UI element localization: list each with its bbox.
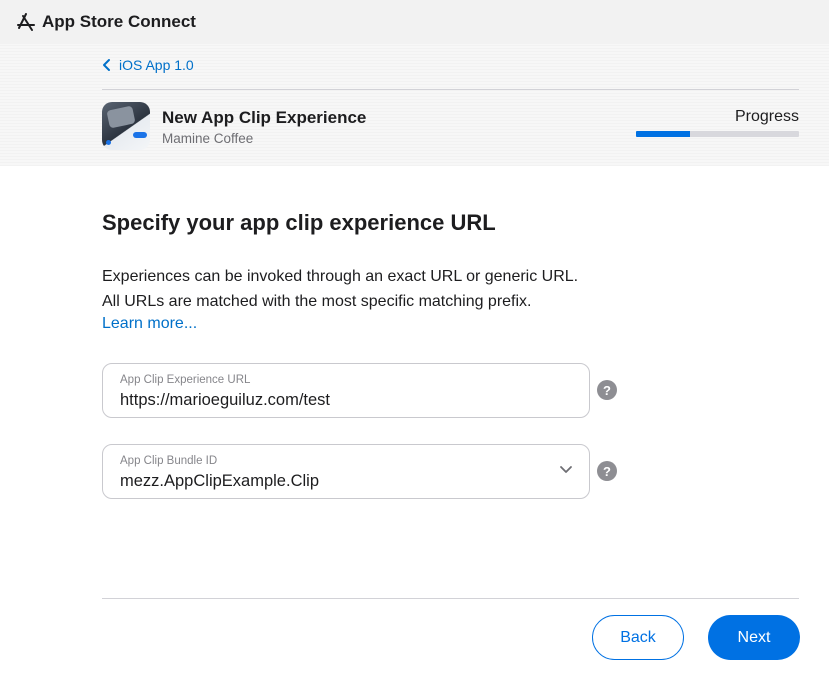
footer-divider bbox=[102, 598, 799, 599]
experience-subtitle: Mamine Coffee bbox=[162, 131, 254, 146]
learn-more-link[interactable]: Learn more... bbox=[102, 315, 197, 333]
top-bar: App Store Connect bbox=[0, 0, 829, 44]
next-button[interactable]: Next bbox=[708, 615, 800, 660]
progress-bar-fill bbox=[636, 131, 690, 137]
description-line-2: All URLs are matched with the most speci… bbox=[102, 293, 532, 310]
url-help-icon[interactable]: ? bbox=[597, 380, 617, 400]
bundle-id-label: App Clip Bundle ID bbox=[120, 455, 218, 467]
chevron-left-icon bbox=[102, 58, 112, 72]
progress-bar bbox=[636, 131, 799, 137]
bundle-help-icon[interactable]: ? bbox=[597, 461, 617, 481]
app-store-icon bbox=[16, 12, 36, 32]
bundle-id-value: mezz.AppClipExample.Clip bbox=[120, 472, 319, 490]
breadcrumb-back-link[interactable]: iOS App 1.0 bbox=[102, 57, 194, 73]
app-title: App Store Connect bbox=[42, 12, 196, 31]
experience-url-value[interactable]: https://marioeguiluz.com/test bbox=[120, 391, 330, 410]
description: Experiences can be invoked through an ex… bbox=[102, 264, 578, 314]
progress-label: Progress bbox=[734, 108, 799, 125]
back-button[interactable]: Back bbox=[592, 615, 684, 660]
experience-title: New App Clip Experience bbox=[162, 108, 367, 127]
chevron-down-icon[interactable] bbox=[559, 465, 573, 475]
header-divider bbox=[102, 89, 799, 90]
breadcrumb-label: iOS App 1.0 bbox=[119, 57, 194, 73]
page-title: Specify your app clip experience URL bbox=[102, 210, 496, 235]
description-line-1: Experiences can be invoked through an ex… bbox=[102, 268, 579, 285]
bundle-id-select[interactable]: App Clip Bundle ID mezz.AppClipExample.C… bbox=[102, 444, 590, 499]
experience-url-field[interactable]: App Clip Experience URL https://marioegu… bbox=[102, 363, 590, 418]
app-clip-thumbnail bbox=[102, 102, 150, 150]
experience-url-label: App Clip Experience URL bbox=[120, 374, 251, 386]
